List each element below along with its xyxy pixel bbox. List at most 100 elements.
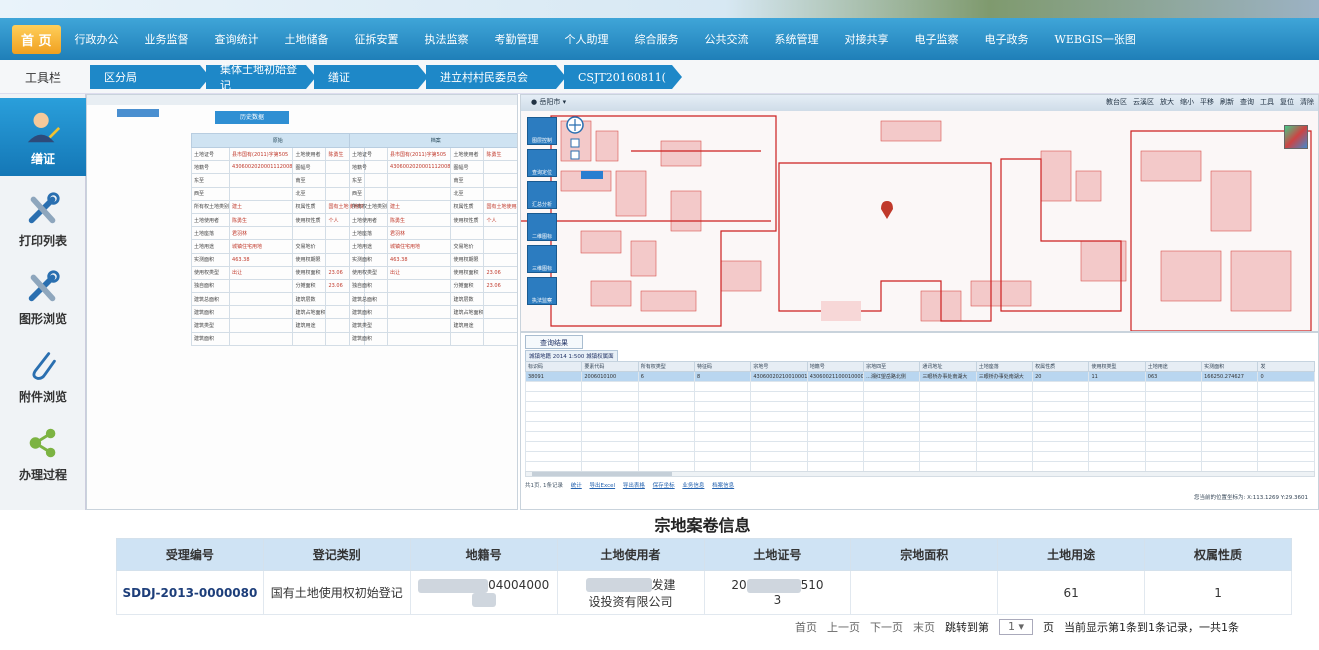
nav-item[interactable]: 土地储备: [285, 31, 329, 47]
column-header[interactable]: 土地用途: [1144, 361, 1203, 372]
history-data-button[interactable]: 历史数据: [215, 111, 289, 124]
tree-node[interactable]: [89, 156, 187, 164]
cadastral-map[interactable]: [521, 111, 1319, 332]
map-zoom-control[interactable]: [565, 115, 585, 163]
column-header[interactable]: 标识码: [524, 361, 583, 372]
tree-node[interactable]: [89, 148, 187, 156]
table-row[interactable]: [524, 461, 1315, 472]
pager-next[interactable]: 下一页: [870, 619, 903, 635]
map-tool[interactable]: 刷新: [1220, 97, 1234, 107]
tree-node[interactable]: [89, 180, 187, 188]
map-tool[interactable]: 云溪区: [1133, 97, 1154, 107]
nav-item[interactable]: 综合服务: [635, 31, 679, 47]
nav-item[interactable]: 征拆安置: [355, 31, 399, 47]
tree-node[interactable]: [89, 219, 187, 227]
nav-home[interactable]: 首 页: [12, 24, 61, 54]
result-link[interactable]: 档案信息: [712, 483, 734, 489]
nav-item[interactable]: 个人助理: [565, 31, 609, 47]
sidebar-item-print-list[interactable]: 打印列表: [0, 180, 86, 258]
map-tool[interactable]: 复位: [1280, 97, 1294, 107]
map-layer-switch-icon[interactable]: [1284, 125, 1308, 149]
table-row[interactable]: 3809120060101006843060020210010001004306…: [524, 371, 1315, 382]
column-header[interactable]: 实测面积: [1201, 361, 1259, 372]
table-row[interactable]: [524, 401, 1315, 412]
map-panel[interactable]: ● 岳阳市 ▾ 教台区 云溪区 放大 缩小 平移 刷新 查询 工具 复位 清除: [520, 94, 1319, 332]
table-row[interactable]: [524, 421, 1315, 432]
map-left-tool[interactable]: 三维图标: [527, 245, 557, 273]
horizontal-scrollbar[interactable]: [525, 471, 1315, 477]
map-tool[interactable]: 缩小: [1180, 97, 1194, 107]
breadcrumb-item[interactable]: CSJT20160811(: [564, 65, 682, 89]
result-link[interactable]: 导出表格: [623, 483, 645, 489]
nav-item[interactable]: 考勤管理: [495, 31, 539, 47]
column-header[interactable]: 地籍号: [806, 361, 865, 372]
page-select[interactable]: 1 ▾: [999, 619, 1033, 635]
breadcrumb-item[interactable]: 集体土地初始登记: [206, 63, 316, 92]
map-tool[interactable]: 教台区: [1106, 97, 1127, 107]
table-row[interactable]: [524, 441, 1315, 452]
tree-node[interactable]: [89, 195, 187, 203]
tree-button[interactable]: [117, 109, 159, 117]
pager-prev[interactable]: 上一页: [827, 619, 860, 635]
map-tool[interactable]: 平移: [1200, 97, 1214, 107]
result-link[interactable]: 保存坐标: [653, 483, 675, 489]
nav-item[interactable]: 执法监察: [425, 31, 469, 47]
nav-item[interactable]: 业务监督: [145, 31, 189, 47]
sidebar-item-issue-cert[interactable]: 缮证: [0, 98, 86, 176]
map-left-tool[interactable]: 汇总分析: [527, 181, 557, 209]
map-tool[interactable]: 查询: [1240, 97, 1254, 107]
column-header[interactable]: 通讯地址: [919, 361, 977, 372]
nav-item[interactable]: WEBGIS一张图: [1055, 31, 1136, 47]
nav-item[interactable]: 电子监察: [915, 31, 959, 47]
tree-node[interactable]: [89, 226, 187, 234]
nav-item[interactable]: 对接共享: [845, 31, 889, 47]
map-left-tool[interactable]: 图层控制: [527, 117, 557, 145]
sidebar-item-attachments[interactable]: 附件浏览: [0, 336, 86, 414]
pager-last[interactable]: 末页: [913, 619, 935, 635]
pager-first[interactable]: 首页: [795, 619, 817, 635]
result-link[interactable]: 业务信息: [682, 483, 704, 489]
tree-node[interactable]: [89, 133, 187, 141]
map-tool[interactable]: 清除: [1300, 97, 1314, 107]
table-row[interactable]: [524, 381, 1315, 392]
sidebar-item-graphic-browse[interactable]: 图形浏览: [0, 258, 86, 336]
tree-node[interactable]: [89, 164, 187, 172]
scrollbar-thumb[interactable]: [532, 472, 672, 476]
tree-node[interactable]: [89, 172, 187, 180]
tab-query-results[interactable]: 查询结果: [525, 335, 583, 349]
table-row[interactable]: [524, 431, 1315, 442]
breadcrumb-item[interactable]: 进立村村民委员会: [426, 65, 566, 89]
tree-node[interactable]: [89, 187, 187, 195]
tree-node[interactable]: [89, 125, 187, 133]
column-header[interactable]: 发: [1257, 361, 1315, 372]
nav-item[interactable]: 电子政务: [985, 31, 1029, 47]
map-left-tool[interactable]: 执法监察: [527, 277, 557, 305]
map-tool[interactable]: 工具: [1260, 97, 1274, 107]
map-left-tool[interactable]: 查询定位: [527, 149, 557, 177]
result-link[interactable]: 导出Excel: [590, 483, 616, 489]
breadcrumb-item[interactable]: 缮证: [314, 65, 428, 89]
column-header[interactable]: 土地座落: [975, 361, 1034, 372]
sidebar-item-process[interactable]: 办理过程: [0, 414, 86, 492]
table-row[interactable]: [524, 451, 1315, 462]
map-tool[interactable]: 放大: [1160, 97, 1174, 107]
map-location-select[interactable]: ● 岳阳市 ▾: [531, 97, 566, 107]
column-header[interactable]: 宗地号: [750, 361, 808, 372]
nav-item[interactable]: 系统管理: [775, 31, 819, 47]
tree-node[interactable]: [89, 141, 187, 149]
nav-item[interactable]: 行政办公: [75, 31, 119, 47]
result-link[interactable]: 统计: [571, 483, 582, 489]
nav-item[interactable]: 查询统计: [215, 31, 259, 47]
tree-node[interactable]: [89, 203, 187, 211]
column-header[interactable]: 所有权类型: [637, 361, 696, 372]
column-header[interactable]: 特征码: [694, 361, 752, 372]
column-header[interactable]: 宗地四至: [863, 361, 921, 372]
column-header[interactable]: 使用权类型: [1088, 361, 1146, 372]
column-header[interactable]: 权属性质: [1032, 361, 1090, 372]
table-row[interactable]: [524, 391, 1315, 402]
table-row[interactable]: [524, 411, 1315, 422]
tree-node[interactable]: [89, 211, 187, 219]
map-left-tool[interactable]: 二维图标: [527, 213, 557, 241]
column-header[interactable]: 要素代码: [581, 361, 639, 372]
nav-item[interactable]: 公共交流: [705, 31, 749, 47]
